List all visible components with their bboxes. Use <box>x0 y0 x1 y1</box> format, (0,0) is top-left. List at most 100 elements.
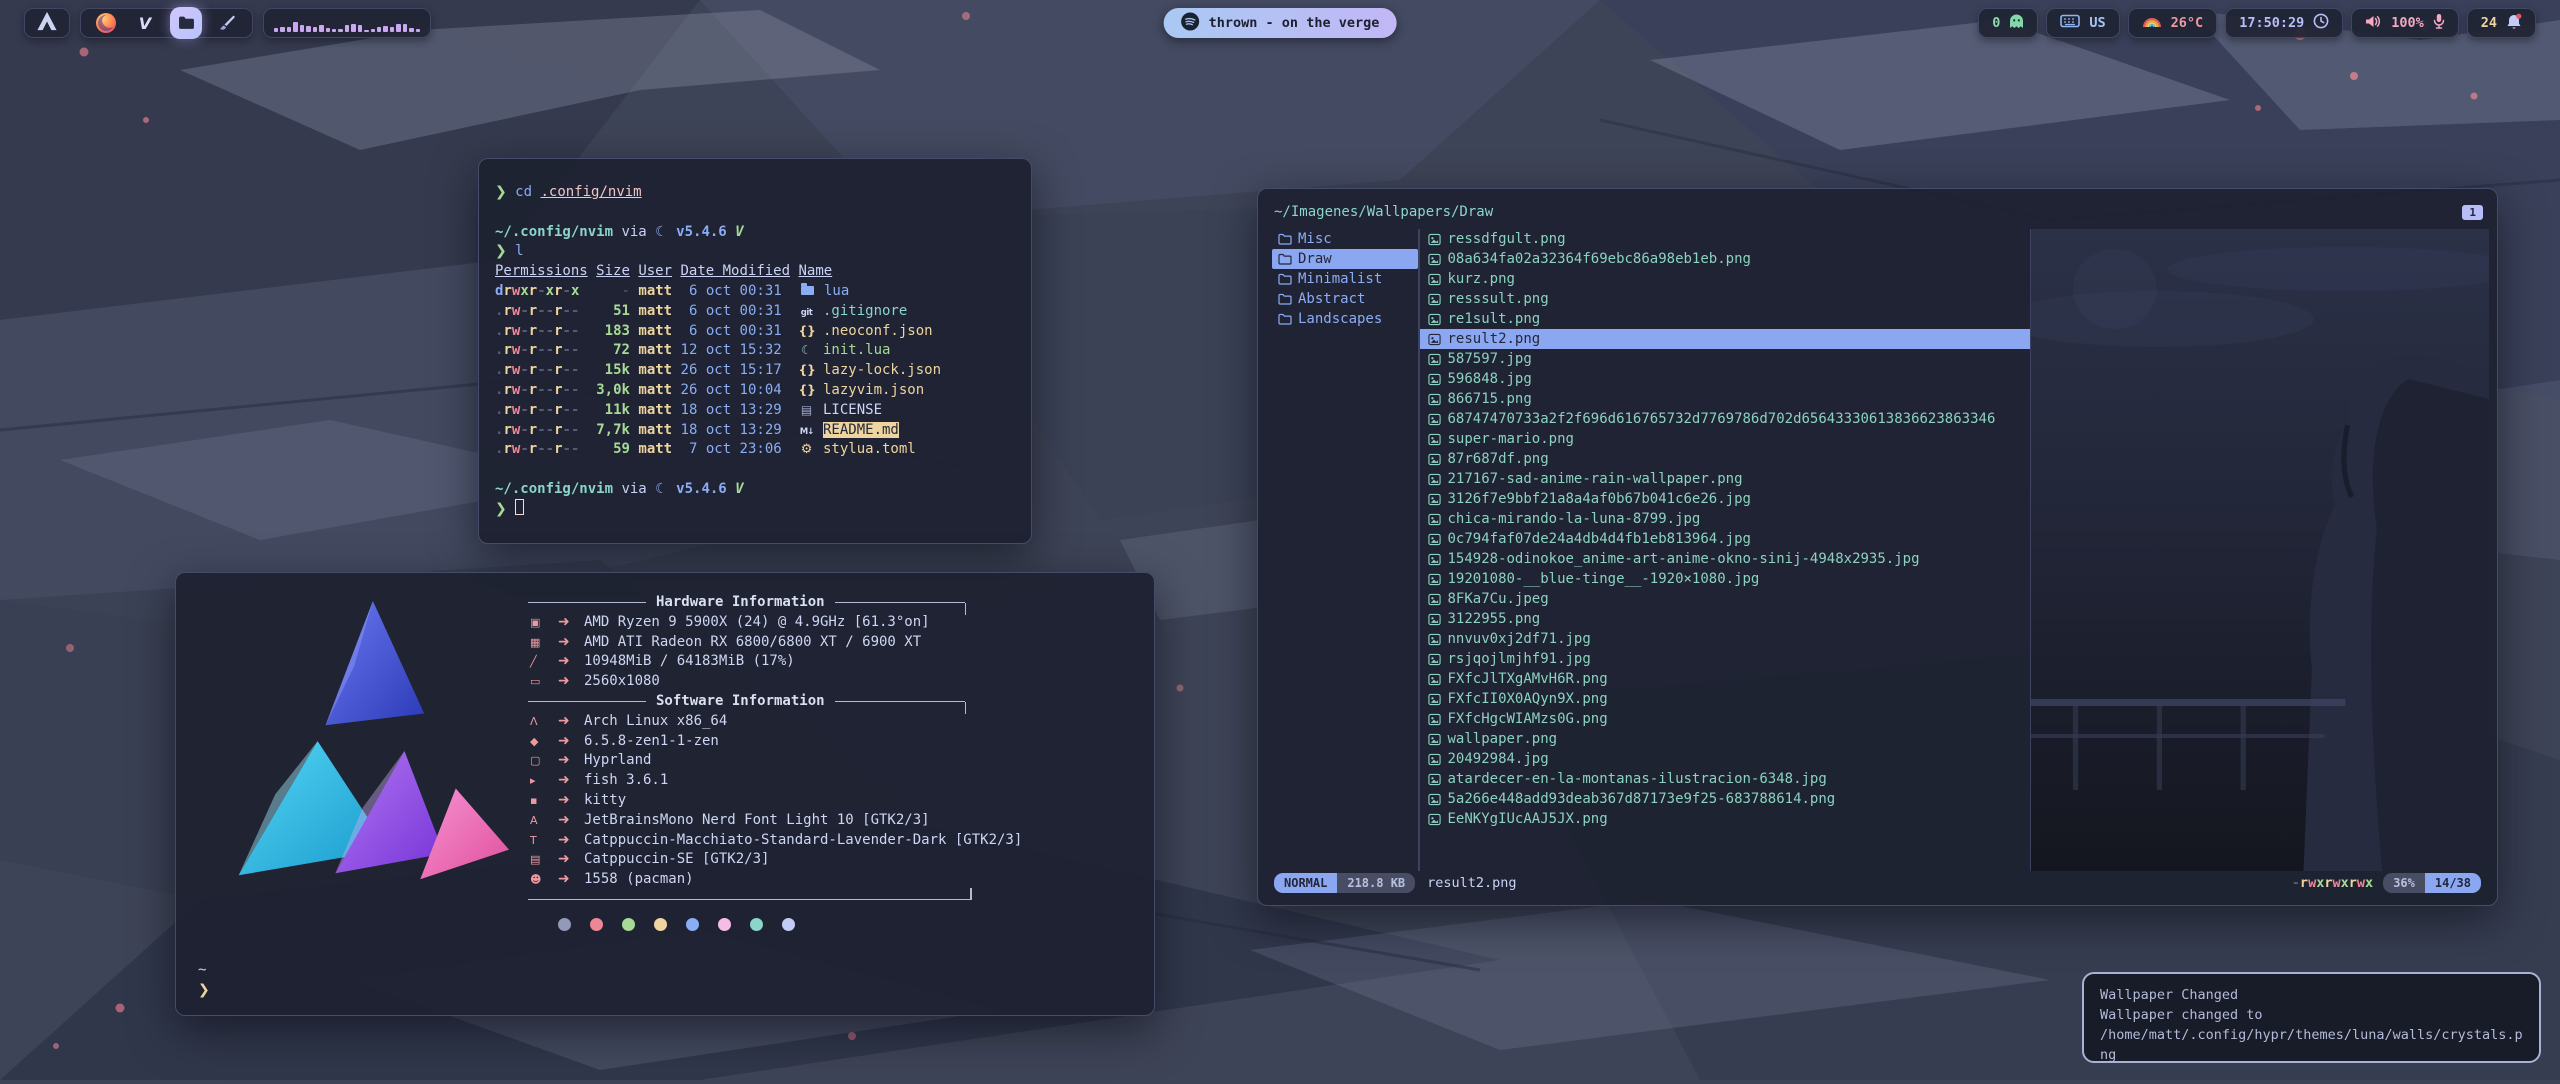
folder-icon <box>1278 313 1292 325</box>
weather-widget[interactable]: 26°C <box>2128 8 2218 38</box>
vim-icon: V <box>139 14 151 33</box>
file-row[interactable]: 154928-odinokoe_anime-art-anime-okno-sin… <box>1420 549 2030 569</box>
files-icon <box>178 16 195 30</box>
sidebar-folder-abstract[interactable]: Abstract <box>1272 289 1418 309</box>
file-row[interactable]: rsjqojlmjhf91.jpg <box>1420 649 2030 669</box>
file-name: lazyvim.json <box>823 382 924 398</box>
volume-widget[interactable]: 100% <box>2351 8 2459 38</box>
visualizer-bar <box>390 27 394 32</box>
file-row[interactable]: 587597.jpg <box>1420 349 2030 369</box>
visualizer-bar <box>300 25 304 32</box>
file-row[interactable]: 68747470733a2f2f696d616765732d7769786d70… <box>1420 409 2030 429</box>
file-name: LICENSE <box>823 402 882 418</box>
dock-item-brush[interactable] <box>215 10 239 36</box>
visualizer-bar <box>287 27 291 32</box>
file-label: FXfcJlTXgAMvH6R.png <box>1448 671 1608 687</box>
file-row[interactable]: 3122955.png <box>1420 609 2030 629</box>
file-row[interactable]: re1sult.png <box>1420 309 2030 329</box>
file-row[interactable]: 217167-sad-anime-rain-wallpaper.png <box>1420 469 2030 489</box>
file-row[interactable]: ressdfgult.png <box>1420 229 2030 249</box>
file-row[interactable]: chica-mirando-la-luna-8799.jpg <box>1420 509 2030 529</box>
file-row[interactable]: kurz.png <box>1420 269 2030 289</box>
file-label: kurz.png <box>1448 271 1515 287</box>
updates-widget[interactable]: 0 <box>1978 8 2038 38</box>
file-row[interactable]: EeNKYgIUcAAJ5JX.png <box>1420 809 2030 829</box>
scroll-percent-badge: 36% <box>2383 873 2425 893</box>
file-row[interactable]: 87r687df.png <box>1420 449 2030 469</box>
sidebar-folder-minimalist[interactable]: Minimalist <box>1272 269 1418 289</box>
file-row[interactable]: super-mario.png <box>1420 429 2030 449</box>
file-row[interactable]: result2.png <box>1420 329 2030 349</box>
file-row[interactable]: 596848.jpg <box>1420 369 2030 389</box>
palette-dot <box>782 918 795 931</box>
file-label: chica-mirando-la-luna-8799.jpg <box>1448 511 1701 527</box>
terminal-window[interactable]: ❯ cd .config/nvim~/.config/nvim via ☾ v5… <box>478 158 1032 544</box>
file-row[interactable]: FXfcHgcWIAMzs0G.png <box>1420 709 2030 729</box>
fetch-value: Arch Linux x86_64 <box>584 712 727 732</box>
visualizer-bar <box>403 24 407 32</box>
file-row[interactable]: 20492984.jpg <box>1420 749 2030 769</box>
now-playing-widget[interactable]: thrown - on the verge <box>1164 8 1397 38</box>
notification-toast[interactable]: Wallpaper Changed Wallpaper changed to /… <box>2082 972 2541 1063</box>
image-file-icon <box>1428 253 1441 266</box>
dock-item-files[interactable] <box>170 7 202 39</box>
file-row[interactable]: FXfcJlTXgAMvH6R.png <box>1420 669 2030 689</box>
visualizer-bar <box>319 25 323 32</box>
file-row[interactable]: wallpaper.png <box>1420 729 2030 749</box>
file-row[interactable]: nnvuv0xj2df71.jpg <box>1420 629 2030 649</box>
sidebar-folder-draw[interactable]: Draw <box>1272 249 1418 269</box>
file-row[interactable]: FXfcII0X0AQyn9X.png <box>1420 689 2030 709</box>
palette-dot <box>622 918 635 931</box>
clock-widget[interactable]: 17:50:29 <box>2225 8 2343 38</box>
notification-count: 24 <box>2481 15 2497 31</box>
image-file-icon <box>1428 393 1441 406</box>
file-label: FXfcII0X0AQyn9X.png <box>1448 691 1608 707</box>
now-playing-title: thrown - on the verge <box>1209 15 1380 31</box>
file-label: FXfcHgcWIAMzs0G.png <box>1448 711 1608 727</box>
file-name: README.md <box>823 422 899 438</box>
arrow-icon: ➜ <box>558 672 584 692</box>
dock-item-vim[interactable]: V <box>133 10 157 36</box>
status-right-group: -rwxrwxrwx 36% 14/38 <box>2292 873 2481 893</box>
terminal-palette <box>558 918 1132 931</box>
json-icon: {} <box>799 361 815 381</box>
file-label: 68747470733a2f2f696d616765732d7769786d70… <box>1448 411 1996 427</box>
file-row[interactable]: 5a266e448add93deab367d87173e9f25-6837886… <box>1420 789 2030 809</box>
fetch-line: ▤➜Catppuccin-SE [GTK2/3] <box>528 850 1132 870</box>
file-row[interactable]: 3126f7e9bbf21a8a4af0b67b041c6e26.jpg <box>1420 489 2030 509</box>
visualizer-bar <box>396 24 400 32</box>
ls-header: Permissions Size User Date Modified Name <box>495 262 1015 282</box>
file-row[interactable]: 8FKa7Cu.jpeg <box>1420 589 2030 609</box>
ls-row: .rw-r--r-- 15k matt 26 oct 15:17 {} lazy… <box>495 361 1015 381</box>
notification-body: Wallpaper changed to /home/matt/.config/… <box>2100 1005 2523 1065</box>
image-file-icon <box>1428 413 1441 426</box>
sidebar-folder-landscapes[interactable]: Landscapes <box>1272 309 1418 329</box>
section-header: Hardware Information <box>528 593 1132 613</box>
file-row[interactable]: 19201080-__blue-tinge__-1920×1080.jpg <box>1420 569 2030 589</box>
file-row[interactable]: atardecer-en-la-montanas-ilustracion-634… <box>1420 769 2030 789</box>
file-name: lua <box>824 283 849 299</box>
file-row[interactable]: 0c794faf07de24a4db4d4fb1eb813964.jpg <box>1420 529 2030 549</box>
palette-dot <box>590 918 603 931</box>
image-file-icon <box>1428 453 1441 466</box>
file-row[interactable]: 08a634fa02a32364f69ebc86a98eb1eb.png <box>1420 249 2030 269</box>
fetch-value: Catppuccin-Macchiato-Standard-Lavender-D… <box>584 831 1022 851</box>
visualizer-bar <box>351 24 355 32</box>
folder-icon <box>801 286 814 295</box>
text-cursor <box>515 499 524 515</box>
file-manager-window[interactable]: ~/Imagenes/Wallpapers/Draw 1 MiscDrawMin… <box>1257 188 2498 906</box>
fetch-line: ◆➜6.5.8-zen1-1-zen <box>528 732 1132 752</box>
visualizer-bar <box>326 28 330 32</box>
file-row[interactable]: resssult.png <box>1420 289 2030 309</box>
keyboard-layout-widget[interactable]: US <box>2046 8 2119 38</box>
notifications-widget[interactable]: 24 <box>2467 8 2536 38</box>
sidebar-folder-misc[interactable]: Misc <box>1272 229 1418 249</box>
keyboard-layout: US <box>2089 15 2105 31</box>
dock-item-firefox[interactable] <box>94 10 118 36</box>
file-row[interactable]: 866715.png <box>1420 389 2030 409</box>
blank-line <box>495 460 1015 480</box>
file-label: wallpaper.png <box>1448 731 1558 747</box>
tab-badge[interactable]: 1 <box>2462 205 2483 220</box>
app-launcher-button[interactable] <box>24 8 70 38</box>
fetch-window[interactable]: Hardware Information▣➜AMD Ryzen 9 5900X … <box>175 572 1155 1016</box>
